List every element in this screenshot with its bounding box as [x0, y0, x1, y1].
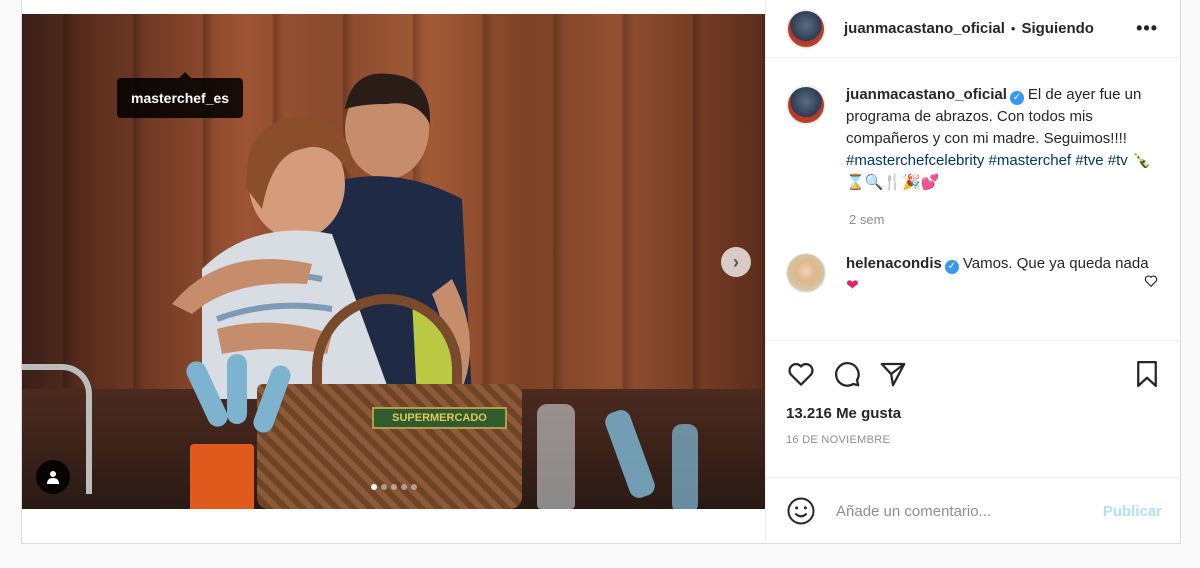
carousel-dot — [400, 484, 407, 490]
comment-row: helenacondis ✓ Vamos. Que ya queda nada ❤ — [786, 253, 1158, 297]
tagged-user-tooltip[interactable]: masterchef_es — [117, 72, 244, 118]
avatar[interactable] — [786, 8, 826, 49]
avatar[interactable] — [786, 85, 826, 125]
post-header: juanmacastano_oficial • Siguiendo ••• — [766, 0, 1182, 58]
action-icons — [786, 357, 1162, 391]
separator: • — [1010, 21, 1016, 36]
comment-icon[interactable] — [832, 359, 862, 389]
avatar[interactable] — [786, 253, 826, 293]
caption-time: 2 sem — [849, 212, 885, 227]
user-icon — [47, 471, 59, 484]
verified-icon: ✓ — [1009, 91, 1024, 105]
publish-button[interactable]: Publicar — [1103, 503, 1162, 520]
smile-icon[interactable] — [786, 496, 816, 526]
more-options-icon[interactable]: ••• — [1136, 18, 1158, 39]
spatula — [227, 354, 247, 424]
bookmark-icon[interactable] — [1132, 359, 1162, 389]
caption-username[interactable]: juanmacastano_oficial — [846, 86, 1007, 103]
post-sidebar: juanmacastano_oficial • Siguiendo ••• ju… — [765, 0, 1182, 544]
instagram-post: SUPERMERCADO masterchef_es › juanmacasta… — [21, 0, 1182, 544]
comment-like-heart-icon[interactable] — [1144, 274, 1158, 288]
carousel-indicator — [22, 484, 765, 490]
next-image-button[interactable]: › — [721, 247, 751, 277]
tagged-username: masterchef_es — [131, 90, 230, 106]
comment-text: helenacondis ✓ Vamos. Que ya queda nada ❤ — [846, 253, 1158, 297]
comment-body: Vamos. Que ya queda nada — [962, 255, 1149, 272]
orange-utensil-cup — [190, 444, 254, 509]
picnic-basket — [257, 384, 522, 509]
chevron-right-icon: › — [733, 251, 739, 272]
following-button[interactable]: Siguiendo — [1021, 20, 1094, 37]
comment-username[interactable]: helenacondis — [846, 255, 942, 272]
caption-text: juanmacastano_oficial ✓ El de ayer fue un … — [846, 84, 1158, 194]
verified-icon: ✓ — [944, 260, 959, 274]
carousel-dot — [380, 484, 387, 490]
post-media[interactable]: SUPERMERCADO masterchef_es › — [22, 14, 765, 509]
send-icon[interactable] — [878, 359, 908, 389]
caption: juanmacastano_oficial ✓ El de ayer fue un … — [786, 84, 1158, 194]
likes-number: 13.216 — [786, 405, 832, 422]
caption-hashtags[interactable]: #masterchefcelebrity #masterchef #tve #t… — [846, 152, 1128, 169]
comment-emoji: ❤ — [846, 277, 859, 294]
add-comment-bar: Añade un comentario... Publicar — [766, 477, 1182, 544]
carousel-dot — [390, 484, 397, 490]
heart-icon[interactable] — [786, 359, 816, 389]
post-date: 16 DE NOVIEMBRE — [786, 434, 891, 446]
basket-label: SUPERMERCADO — [372, 407, 507, 429]
comments-section: juanmacastano_oficial ✓ El de ayer fue un … — [766, 58, 1182, 340]
likes-count[interactable]: 13.216 Me gusta — [786, 405, 1162, 422]
carousel-dot — [370, 484, 377, 490]
header-username[interactable]: juanmacastano_oficial — [844, 20, 1005, 37]
likes-label: Me gusta — [836, 405, 902, 422]
comment-input[interactable]: Añade un comentario... — [836, 503, 1103, 520]
carousel-dot — [410, 484, 417, 490]
post-actions: 13.216 Me gusta 16 DE NOVIEMBRE — [766, 340, 1182, 446]
glass-bottle — [537, 404, 575, 509]
spatula — [672, 424, 698, 509]
